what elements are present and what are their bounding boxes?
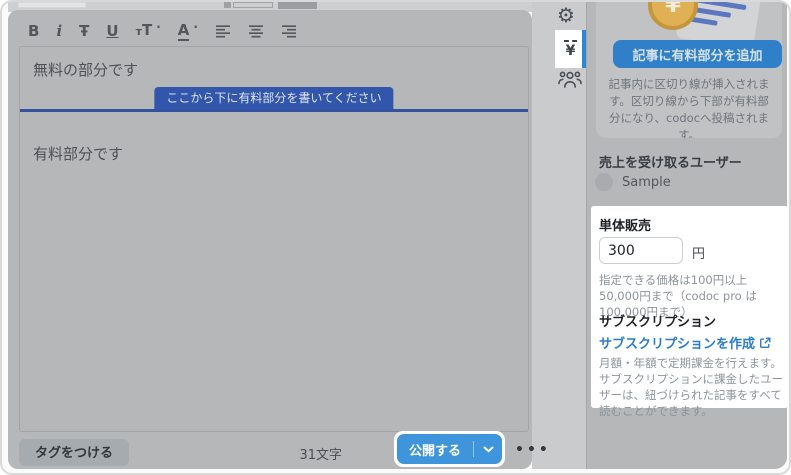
yen-icon: ¥ <box>566 43 576 59</box>
publish-button-spotlight: 公開する <box>394 431 505 467</box>
cutoff-element <box>18 2 86 8</box>
chevron-down-icon <box>483 446 494 453</box>
seller-user-row[interactable]: Sample <box>595 173 671 191</box>
currency-label: 円 <box>692 243 705 262</box>
cutoff-element <box>224 2 231 8</box>
create-subscription-link[interactable]: サブスクリプションを作成 <box>599 333 771 352</box>
pricing-spotlight-box: 単体販売 円 指定できる価格は100円以上50,000円まで（codoc pro… <box>591 206 788 408</box>
single-sale-heading: 単体販売 <box>599 215 651 234</box>
promo-card: ¥ 記事に有料部分を追加 記事内に区切り線が挿入されます。区切り線から下部が有料… <box>596 0 782 138</box>
paid-content-panel: ¥ 記事に有料部分を追加 記事内に区切り線が挿入されます。区切り線から下部が有料… <box>586 2 787 469</box>
cutoff-element <box>278 2 317 9</box>
avatar <box>595 173 613 191</box>
character-count: 31文字 <box>242 444 342 463</box>
font-size-dropdown-dot: · <box>156 20 161 34</box>
subscription-description: 月額・年額で定期課金を行えます。サブスクリプションに課金したユーザーは、紐づけら… <box>599 355 784 419</box>
bold-icon[interactable]: B <box>28 20 39 42</box>
add-tag-button[interactable]: タグをつける <box>19 439 129 466</box>
settings-gear-icon[interactable]: ⚙ <box>557 3 575 27</box>
strikethrough-icon[interactable]: Ŧ <box>79 20 89 42</box>
publish-split-button: 公開する <box>397 434 502 464</box>
external-link-icon <box>759 337 771 349</box>
publish-dropdown-button[interactable] <box>474 446 502 453</box>
align-left-icon[interactable] <box>215 25 231 38</box>
editor-card: B i Ŧ U тT · A · 無料の部分です ここから下に有料 <box>8 10 532 469</box>
tab-paid-content[interactable]: ¥ <box>555 30 586 68</box>
paywall-divider-line <box>20 109 528 112</box>
formatting-toolbar: B i Ŧ U тT · A · <box>28 20 297 42</box>
text-color-dropdown-dot: · <box>193 20 198 34</box>
more-options-button[interactable]: ••• <box>515 442 551 458</box>
tab-users[interactable] <box>558 70 582 93</box>
italic-icon[interactable]: i <box>56 20 62 42</box>
add-paid-section-button[interactable]: 記事に有料部分を追加 <box>613 40 782 68</box>
users-group-icon <box>558 70 582 89</box>
price-input[interactable] <box>599 237 683 264</box>
publish-button[interactable]: 公開する <box>397 440 473 459</box>
free-part-text[interactable]: 無料の部分です <box>33 59 138 80</box>
seller-user-name: Sample <box>622 175 671 190</box>
seller-heading: 売上を受け取るユーザー <box>599 152 742 171</box>
align-center-icon[interactable] <box>248 25 264 38</box>
align-right-icon[interactable] <box>281 25 297 38</box>
add-paid-section-description: 記事内に区切り線が挿入されます。区切り線から下部が有料部分になり、codocへ投… <box>606 76 772 138</box>
cutoff-element <box>233 2 273 8</box>
paywall-dash-icon <box>564 40 577 42</box>
font-size-icon[interactable]: тT <box>136 19 153 43</box>
text-color-icon[interactable]: A <box>178 22 190 41</box>
paywall-divider-label: ここから下に有料部分を書いてください <box>154 87 393 109</box>
article-body-editor[interactable]: 無料の部分です ここから下に有料部分を書いてください 有料部分です <box>19 46 529 432</box>
subscription-heading: サブスクリプション <box>599 311 716 330</box>
paid-part-text[interactable]: 有料部分です <box>33 143 123 164</box>
editor-screen: B i Ŧ U тT · A · 無料の部分です ここから下に有料 <box>0 0 791 475</box>
underline-icon[interactable]: U <box>106 20 118 42</box>
